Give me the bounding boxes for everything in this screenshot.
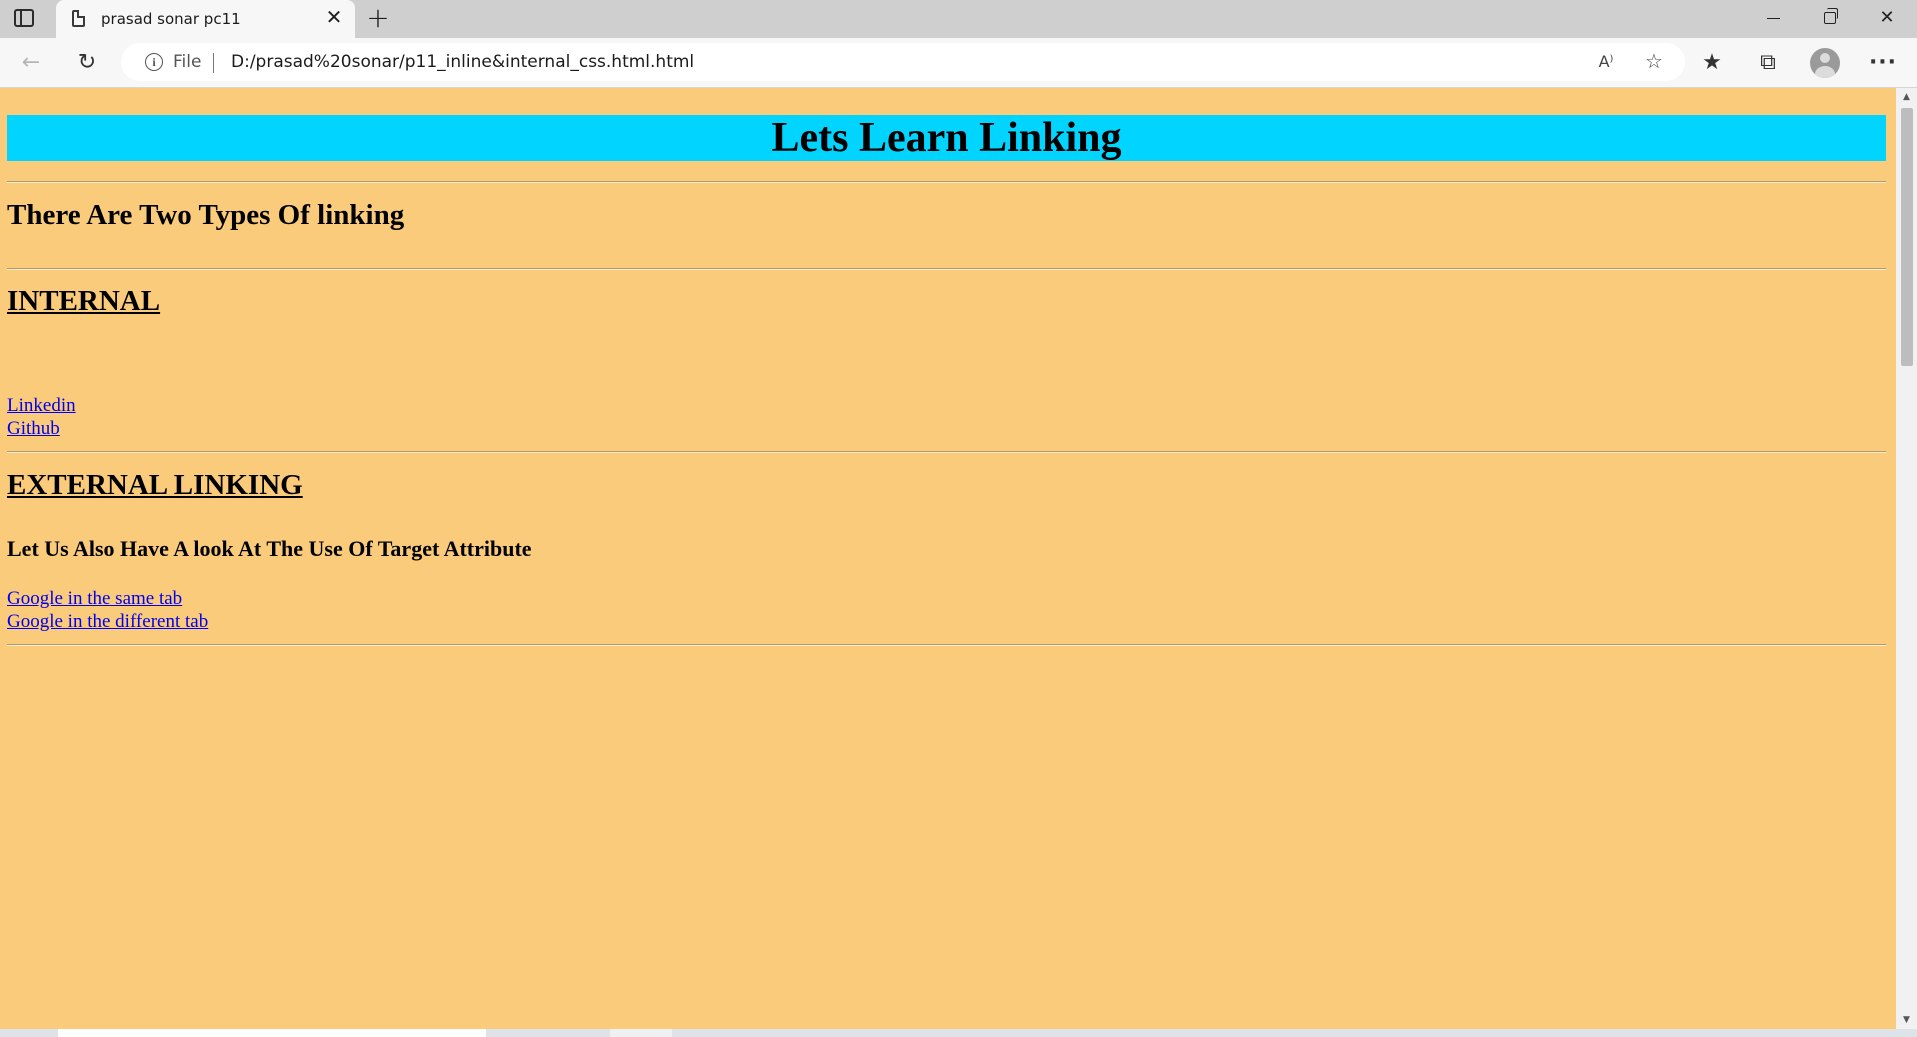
tab-actions-icon[interactable]: [14, 9, 34, 27]
intro-heading: There Are Two Types Of linking: [7, 199, 405, 231]
divider: [7, 644, 1886, 646]
address-separator: [213, 53, 214, 73]
taskbar-item[interactable]: [610, 1029, 672, 1037]
new-tab-button[interactable]: +: [364, 4, 392, 32]
tab-title: prasad sonar pc11: [101, 10, 241, 28]
scroll-up-icon[interactable]: ▲: [1896, 88, 1917, 106]
tab-close-icon[interactable]: ✕: [323, 7, 345, 29]
tab-strip: prasad sonar pc11 ✕ + ✕: [0, 0, 1917, 38]
divider: [7, 451, 1886, 453]
address-bar[interactable]: i File D:/prasad%20sonar/p11_inline&inte…: [121, 43, 1685, 81]
collections-icon[interactable]: ⧉: [1753, 48, 1783, 78]
divider: [7, 181, 1886, 183]
external-heading: EXTERNAL LINKING: [7, 469, 303, 501]
scheme-label: File: [173, 52, 202, 72]
taskbar-item[interactable]: [58, 1029, 486, 1037]
reload-icon[interactable]: ↻: [72, 48, 102, 78]
favorites-icon[interactable]: ★: [1697, 48, 1727, 78]
google-different-tab-link[interactable]: Google in the different tab: [7, 611, 208, 633]
internal-heading: INTERNAL: [7, 285, 161, 317]
info-icon[interactable]: i: [145, 53, 163, 71]
page-icon: [72, 10, 85, 27]
scroll-down-icon[interactable]: ▼: [1896, 1011, 1917, 1029]
minimize-icon[interactable]: [1745, 0, 1801, 38]
target-attribute-subheading: Let Us Also Have A look At The Use Of Ta…: [7, 536, 532, 561]
url-text[interactable]: D:/prasad%20sonar/p11_inline&internal_cs…: [231, 52, 694, 72]
profile-icon[interactable]: [1810, 48, 1840, 78]
divider: [7, 268, 1886, 270]
more-icon[interactable]: ···: [1868, 48, 1898, 78]
add-favorite-icon[interactable]: ☆: [1639, 47, 1669, 77]
scrollbar-thumb[interactable]: [1901, 108, 1913, 366]
back-icon[interactable]: ←: [16, 48, 46, 78]
vertical-scrollbar[interactable]: ▲ ▼: [1896, 88, 1917, 1029]
browser-toolbar: ← ↻ i File D:/prasad%20sonar/p11_inline&…: [0, 38, 1917, 88]
linkedin-link[interactable]: Linkedin: [7, 395, 76, 417]
browser-tab[interactable]: prasad sonar pc11 ✕: [56, 0, 355, 38]
maximize-icon[interactable]: [1802, 0, 1858, 38]
page-viewport: Lets Learn Linking There Are Two Types O…: [0, 88, 1896, 1029]
google-same-tab-link[interactable]: Google in the same tab: [7, 588, 182, 610]
read-aloud-icon[interactable]: A⁾: [1591, 47, 1621, 77]
github-link[interactable]: Github: [7, 418, 60, 440]
page-title-banner: Lets Learn Linking: [7, 115, 1886, 161]
close-icon[interactable]: ✕: [1859, 0, 1915, 38]
